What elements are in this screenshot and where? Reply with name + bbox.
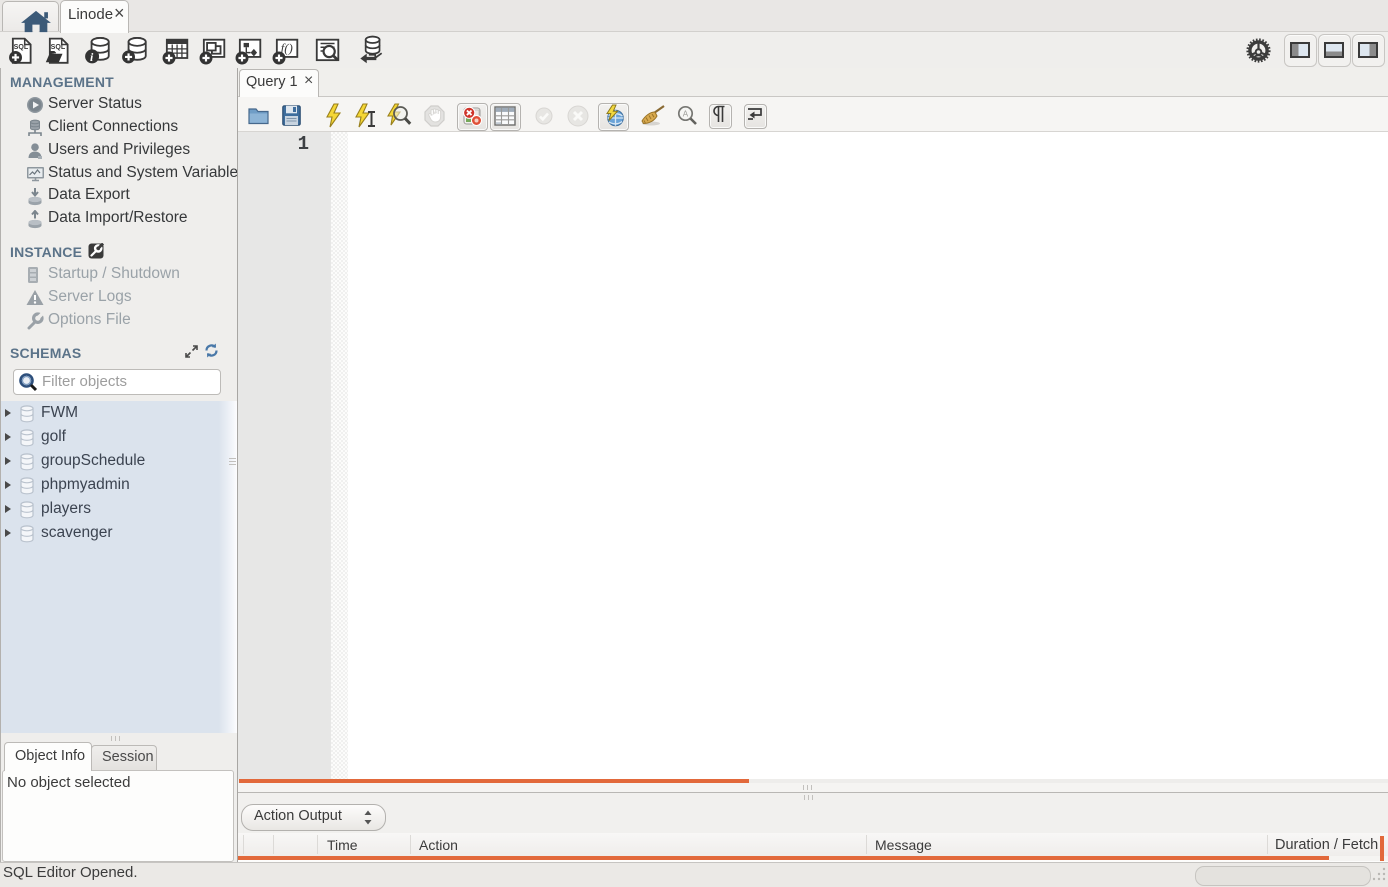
- svg-text:SQL: SQL: [51, 43, 66, 51]
- svg-text:SQL: SQL: [14, 43, 29, 51]
- svg-text:A: A: [683, 110, 689, 119]
